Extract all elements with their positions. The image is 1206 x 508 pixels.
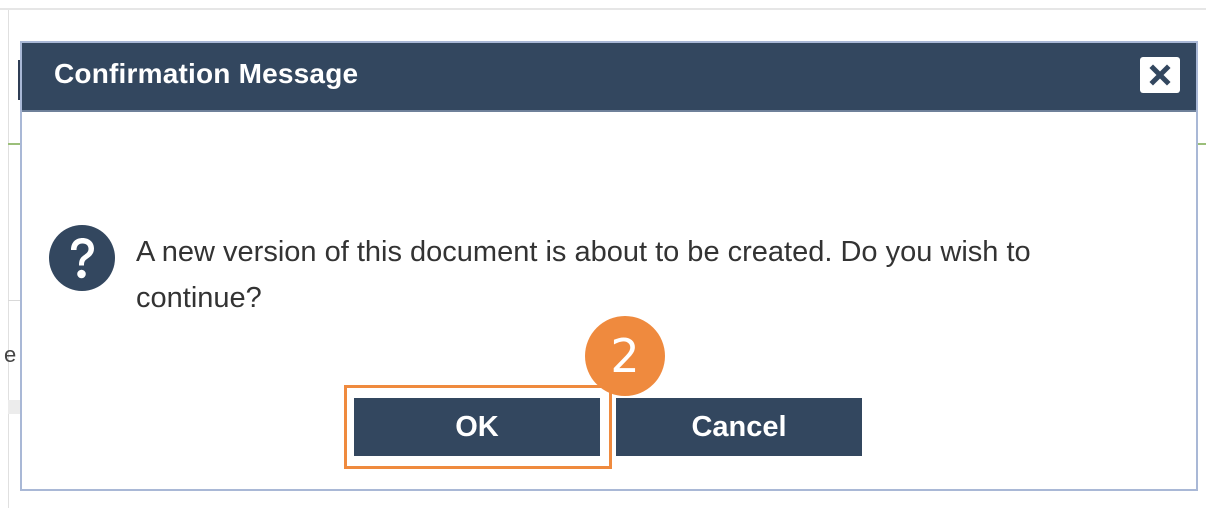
screenshot-page: e Confirmation Message A new version of … [0, 0, 1206, 508]
question-icon [49, 225, 115, 291]
background-left-border [8, 10, 9, 508]
close-icon [1149, 64, 1171, 86]
close-button[interactable] [1140, 57, 1180, 93]
background-green-line-right [1198, 143, 1206, 145]
dialog-message: A new version of this document is about … [136, 236, 1031, 314]
dialog-title: Confirmation Message [54, 58, 359, 89]
step-number-badge: 2 [585, 316, 665, 396]
dialog-header: Confirmation Message [22, 43, 1196, 112]
background-partial-text: e [4, 342, 17, 367]
ok-button-highlight [344, 385, 612, 469]
cancel-button[interactable]: Cancel [616, 398, 862, 456]
confirmation-dialog: Confirmation Message A new version of th… [20, 41, 1198, 491]
background-top-border [0, 8, 1206, 10]
